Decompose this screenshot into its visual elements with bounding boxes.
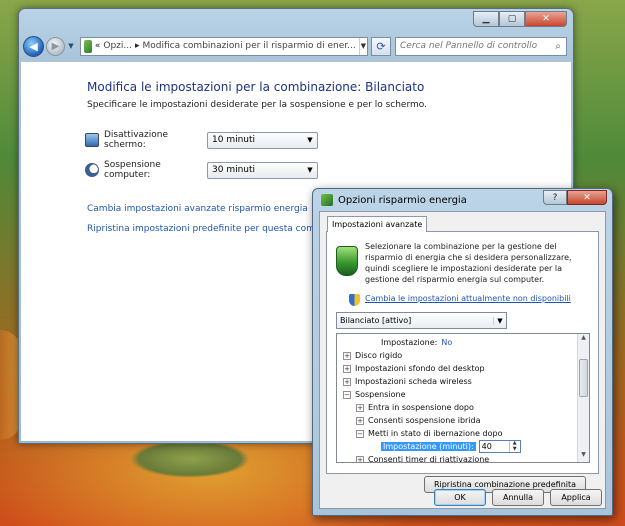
tree-item-hibernate-after[interactable]: − Metti in stato di ibernazione dopo [356, 427, 502, 440]
sleep-value: 30 minuti [212, 165, 256, 175]
tree-item-desktop-background[interactable]: + Impostazioni sfondo del desktop [343, 362, 485, 375]
expand-icon[interactable]: + [356, 416, 364, 425]
intro-text: Selezionare la combinazione per la gesti… [365, 242, 572, 284]
breadcrumb-item-options[interactable]: Opzi... [103, 41, 132, 51]
refresh-icon: ⟳ [376, 39, 386, 53]
expand-icon[interactable]: + [343, 364, 351, 373]
breadcrumb-overflow[interactable]: « [95, 41, 101, 51]
collapse-icon[interactable]: − [356, 429, 364, 438]
desktop-wallpaper-chameleon [130, 440, 250, 478]
breadcrumb-item-current[interactable]: Modifica combinazioni per il risparmio d… [143, 41, 356, 51]
sleep-label: Sospensione computer: [104, 160, 161, 180]
page-title: Modifica le impostazioni per la combinaz… [87, 80, 425, 94]
dialog-body: Impostazioni avanzate Selezionare la com… [319, 211, 606, 509]
tree-scrollbar[interactable]: ▲ ▼ [577, 334, 589, 462]
shield-icon [349, 294, 360, 306]
tree-item-hibernate-minutes[interactable]: Impostazione (minuti): ▲ ▼ [381, 440, 521, 453]
tree-item-label: Impostazioni scheda wireless [355, 377, 472, 386]
monitor-icon [85, 133, 99, 147]
scroll-down-icon[interactable]: ▼ [578, 451, 589, 462]
tree-item-label: Consenti sospensione ibrida [368, 416, 481, 425]
control-panel-icon [84, 39, 92, 53]
chevron-right-icon: ▸ [134, 41, 140, 51]
tree-item-wake-timers[interactable]: + Consenti timer di riattivazione [356, 453, 490, 463]
plan-select-value: Bilanciato [attivo] [340, 316, 412, 325]
scroll-up-icon[interactable]: ▲ [578, 334, 589, 345]
chevron-down-icon: ▼ [307, 136, 313, 144]
collapse-icon[interactable]: − [343, 390, 351, 399]
close-button[interactable]: ✕ [525, 11, 567, 27]
tree-item-sleep[interactable]: − Sospensione [343, 388, 406, 401]
display-off-value: 10 minuti [212, 135, 256, 145]
back-button[interactable]: ◀ [23, 35, 44, 57]
cancel-button[interactable]: Annulla [492, 489, 544, 506]
dialog-close-button[interactable]: ✕ [567, 190, 607, 205]
stepper-down-icon[interactable]: ▼ [510, 446, 520, 453]
tree-item-wireless[interactable]: + Impostazioni scheda wireless [343, 375, 472, 388]
scroll-thumb[interactable] [579, 359, 588, 397]
apply-button[interactable]: Applica [550, 489, 602, 506]
search-box[interactable]: ⌕ [395, 36, 567, 56]
stepper-buttons: ▲ ▼ [508, 441, 520, 453]
tree-item-label: Impostazioni sfondo del desktop [355, 364, 485, 373]
tree-item-label: Sospensione [355, 390, 406, 399]
chevron-down-icon: ▼ [493, 316, 506, 325]
tree-item-label: Entra in sospensione dopo [368, 403, 474, 412]
tree-item-label: Impostazione: [381, 338, 438, 347]
minutes-input[interactable] [479, 442, 506, 451]
tab-advanced-settings[interactable]: Impostazioni avanzate [327, 216, 428, 232]
expand-icon[interactable]: + [343, 351, 351, 360]
change-unavailable-settings-link[interactable]: Cambia le impostazioni attualmente non d… [365, 294, 571, 303]
tree-item-label: Consenti timer di riattivazione [368, 455, 490, 463]
expand-icon[interactable]: + [356, 403, 364, 412]
tree-item-hybrid-sleep[interactable]: + Consenti sospensione ibrida [356, 414, 481, 427]
display-off-label: Disattivazione schermo: [104, 130, 169, 150]
tree-item-label: Metti in stato di ibernazione dopo [368, 429, 503, 438]
tree-item-sleep-after[interactable]: + Entra in sospensione dopo [356, 401, 474, 414]
dialog-title-bar: Opzioni risparmio energia [321, 194, 467, 206]
dialog-caption-buttons: ? ✕ [543, 190, 607, 205]
address-dropdown-button[interactable]: ▼ [358, 37, 367, 55]
minutes-stepper[interactable]: ▲ ▼ [478, 440, 521, 453]
recent-pages-dropdown[interactable]: ▼ [66, 42, 76, 50]
tree-item-setting[interactable]: Impostazione: No [381, 336, 452, 349]
dialog-title: Opzioni risparmio energia [338, 194, 467, 206]
expand-icon[interactable]: + [356, 455, 364, 462]
page-subtitle: Specificare le impostazioni desiderate p… [87, 100, 427, 110]
sleep-select[interactable]: 30 minuti ▼ [207, 161, 318, 179]
refresh-button[interactable]: ⟳ [371, 36, 391, 56]
window-caption-buttons: ▁ ▢ ✕ [473, 11, 567, 27]
moon-icon [85, 163, 99, 177]
ok-button[interactable]: OK [434, 489, 486, 506]
plan-select[interactable]: Bilanciato [attivo] ▼ [336, 312, 507, 329]
sleep-setting: Sospensione computer: 30 minuti ▼ [85, 160, 318, 180]
chevron-down-icon: ▼ [307, 166, 313, 174]
display-off-setting: Disattivazione schermo: 10 minuti ▼ [85, 130, 318, 150]
tree-item-hard-disk[interactable]: + Disco rigido [343, 349, 402, 362]
maximize-button[interactable]: ▢ [499, 11, 525, 27]
advanced-settings-panel: Selezionare la combinazione per la gesti… [326, 231, 599, 493]
minimize-button[interactable]: ▁ [473, 11, 499, 27]
help-button[interactable]: ? [543, 190, 567, 205]
power-options-icon [321, 194, 333, 206]
search-icon[interactable]: ⌕ [550, 41, 566, 52]
advanced-settings-link[interactable]: Cambia impostazioni avanzate risparmio e… [87, 204, 308, 214]
expand-icon[interactable]: + [343, 377, 351, 386]
forward-button[interactable]: ▶ [46, 36, 65, 56]
display-off-select[interactable]: 10 minuti ▼ [207, 131, 318, 149]
tree-item-label: Disco rigido [355, 351, 403, 360]
settings-tree[interactable]: Impostazione: No + Disco rigido + Impost… [336, 333, 590, 463]
tree-item-value[interactable]: No [441, 338, 452, 347]
battery-plan-icon [336, 246, 358, 276]
navigation-bar: ◀ ▶ ▼ « Opzi... ▸ Modifica combinazioni … [23, 34, 567, 58]
power-options-dialog: Opzioni risparmio energia ? ✕ Impostazio… [312, 188, 613, 516]
search-input[interactable] [400, 41, 550, 51]
tree-item-label-selected: Impostazione (minuti): [381, 442, 476, 451]
address-bar[interactable]: « Opzi... ▸ Modifica combinazioni per il… [80, 36, 368, 56]
